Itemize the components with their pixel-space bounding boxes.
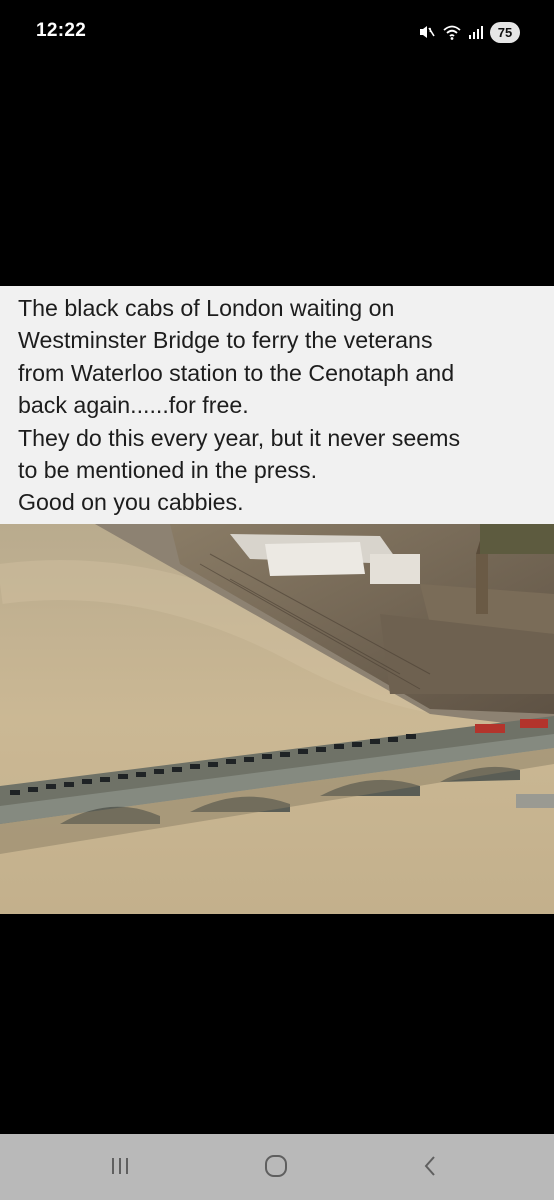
recent-apps-icon (109, 1156, 131, 1181)
caption-line: back again......for free. (18, 392, 249, 419)
mute-icon (418, 23, 436, 41)
status-time: 12:22 (36, 20, 87, 41)
home-button[interactable] (256, 1152, 296, 1184)
caption-line: from Waterloo station to the Cenotaph an… (18, 359, 455, 386)
caption-line: They do this every year, but it never se… (18, 424, 461, 451)
signal-icon (468, 24, 484, 40)
post-image[interactable] (0, 524, 554, 914)
back-icon (422, 1155, 438, 1182)
battery-icon: 75 (490, 21, 520, 43)
home-icon (264, 1154, 288, 1183)
post-card: The black cabs of London waiting on West… (0, 286, 554, 914)
navigation-bar (0, 1134, 554, 1200)
wifi-icon (442, 23, 462, 41)
aerial-photo (0, 524, 554, 914)
back-button[interactable] (410, 1152, 450, 1184)
post-caption: The black cabs of London waiting on West… (0, 286, 554, 524)
caption-line: The black cabs of London waiting on (18, 295, 395, 321)
status-icons: 75 (418, 20, 520, 44)
recent-apps-button[interactable] (100, 1152, 140, 1184)
caption-line: Good on you cabbies. (18, 489, 244, 516)
caption-line: Westminster Bridge to ferry the veterans (18, 327, 433, 354)
status-bar: 12:22 75 (0, 0, 554, 64)
caption-line: to be mentioned in the press. (18, 457, 318, 484)
